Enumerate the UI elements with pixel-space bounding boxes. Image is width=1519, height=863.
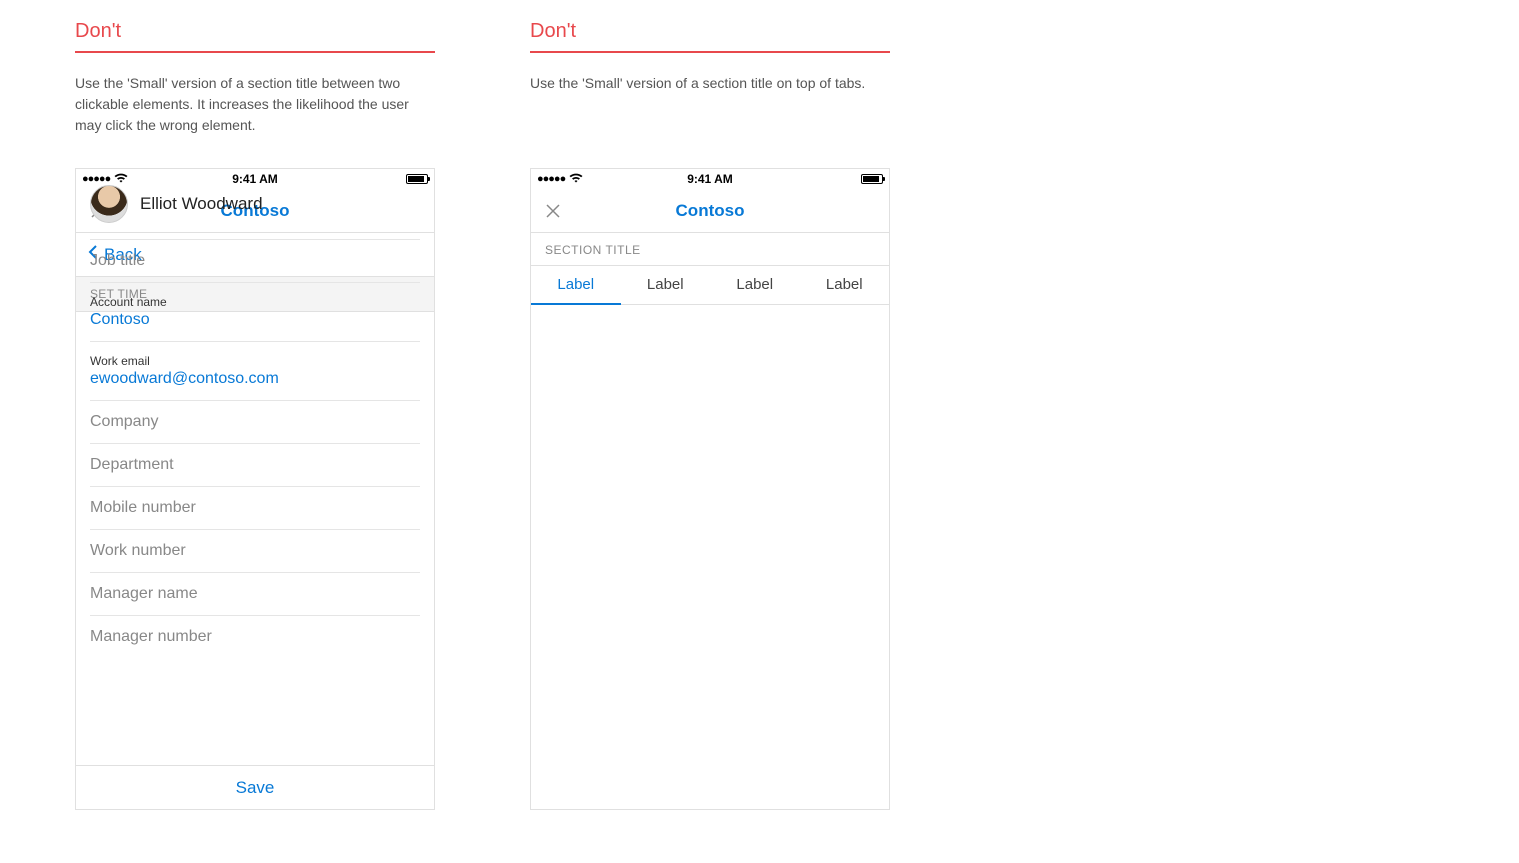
tabs-row: Label Label Label Label [531,266,889,305]
field-placeholder: Work number [90,542,420,560]
field-work-email[interactable]: Work email ewoodward@contoso.com [90,341,420,400]
status-bar: ●●●●● 9:41 AM [531,169,889,189]
field-company[interactable]: Company [90,400,420,443]
field-value: ewoodward@contoso.com [90,370,420,388]
contact-row[interactable]: Elliot Woodward [76,169,434,239]
field-job-title[interactable]: Job title [90,239,420,282]
contact-name: Elliot Woodward [140,194,263,214]
phone-mockup-1: ●●●●● 9:41 AM Contoso [75,168,435,810]
field-placeholder: Manager name [90,585,420,603]
example-dont-2: Don't Use the 'Small' version of a secti… [530,20,890,810]
section-title-small: SECTION TITLE [531,233,889,266]
battery-icon [861,174,883,184]
nav-title: Contoso [531,201,889,221]
dont-description-1: Use the 'Small' version of a section tit… [75,73,435,138]
field-manager-name[interactable]: Manager name [90,572,420,615]
tab-3[interactable]: Label [710,266,800,304]
field-placeholder: Department [90,456,420,474]
field-placeholder: Mobile number [90,499,420,517]
tab-4[interactable]: Label [800,266,890,304]
nav-bar: Contoso [531,189,889,233]
field-work-number[interactable]: Work number [90,529,420,572]
field-manager-number[interactable]: Manager number [90,615,420,658]
save-button[interactable]: Save [76,765,434,809]
phone-mockup-2: ●●●●● 9:41 AM Contoso SECTION TITLE L [530,168,890,810]
field-label: Work email [90,354,420,368]
field-placeholder: Company [90,413,420,431]
save-label: Save [236,778,275,798]
field-placeholder: Manager number [90,628,420,646]
dont-heading-1: Don't [75,20,435,53]
avatar [90,185,128,223]
tab-1[interactable]: Label [531,266,621,305]
example-dont-1: Don't Use the 'Small' version of a secti… [75,20,435,810]
field-department[interactable]: Department [90,443,420,486]
field-account-name[interactable]: Account name Contoso [90,282,420,341]
field-placeholder: Job title [90,252,420,270]
dont-heading-2: Don't [530,20,890,53]
field-label: Account name [90,295,420,309]
field-value: Contoso [90,311,420,329]
field-mobile-number[interactable]: Mobile number [90,486,420,529]
status-time: 9:41 AM [531,172,889,186]
empty-content-area [531,305,889,809]
dont-description-2: Use the 'Small' version of a section tit… [530,73,890,138]
tab-2[interactable]: Label [621,266,711,304]
